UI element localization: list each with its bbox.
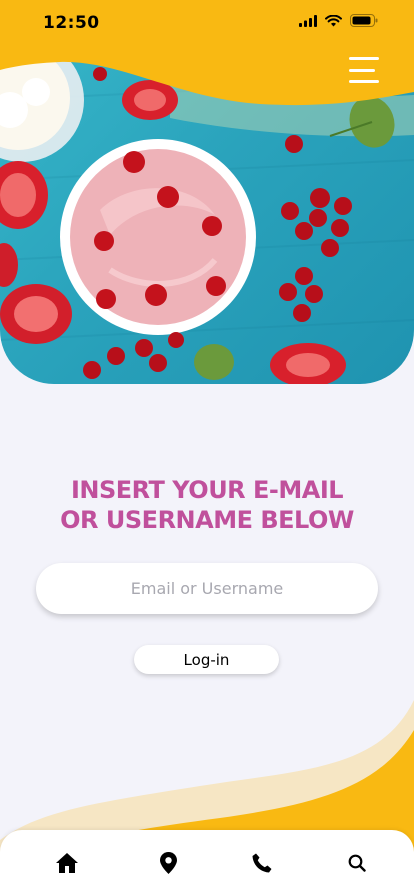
login-heading-line2: OR USERNAME BELOW (60, 506, 354, 534)
menu-line (349, 80, 379, 83)
status-time: 12:50 (43, 13, 100, 33)
login-button[interactable]: Log-in (134, 645, 279, 674)
login-heading-line1: INSERT YOUR E-MAIL (70, 476, 344, 504)
status-icons (299, 14, 378, 27)
bottom-nav (0, 830, 414, 896)
hamburger-menu-icon[interactable] (349, 57, 379, 83)
location-pin-icon (159, 852, 177, 874)
nav-phone[interactable] (242, 846, 282, 880)
home-icon (56, 853, 78, 873)
battery-icon (350, 14, 378, 27)
signal-icon (299, 14, 317, 27)
menu-line (349, 57, 379, 60)
phone-icon (252, 853, 272, 873)
wifi-icon (325, 14, 342, 26)
nav-search[interactable] (337, 846, 377, 880)
nav-location[interactable] (148, 846, 188, 880)
login-heading: INSERT YOUR E-MAIL OR USERNAME BELOW (0, 475, 414, 535)
search-icon (348, 854, 366, 872)
menu-line (349, 68, 375, 72)
email-or-username-input[interactable] (36, 563, 378, 614)
nav-home[interactable] (47, 846, 87, 880)
status-bar: 12:50 (0, 0, 414, 44)
